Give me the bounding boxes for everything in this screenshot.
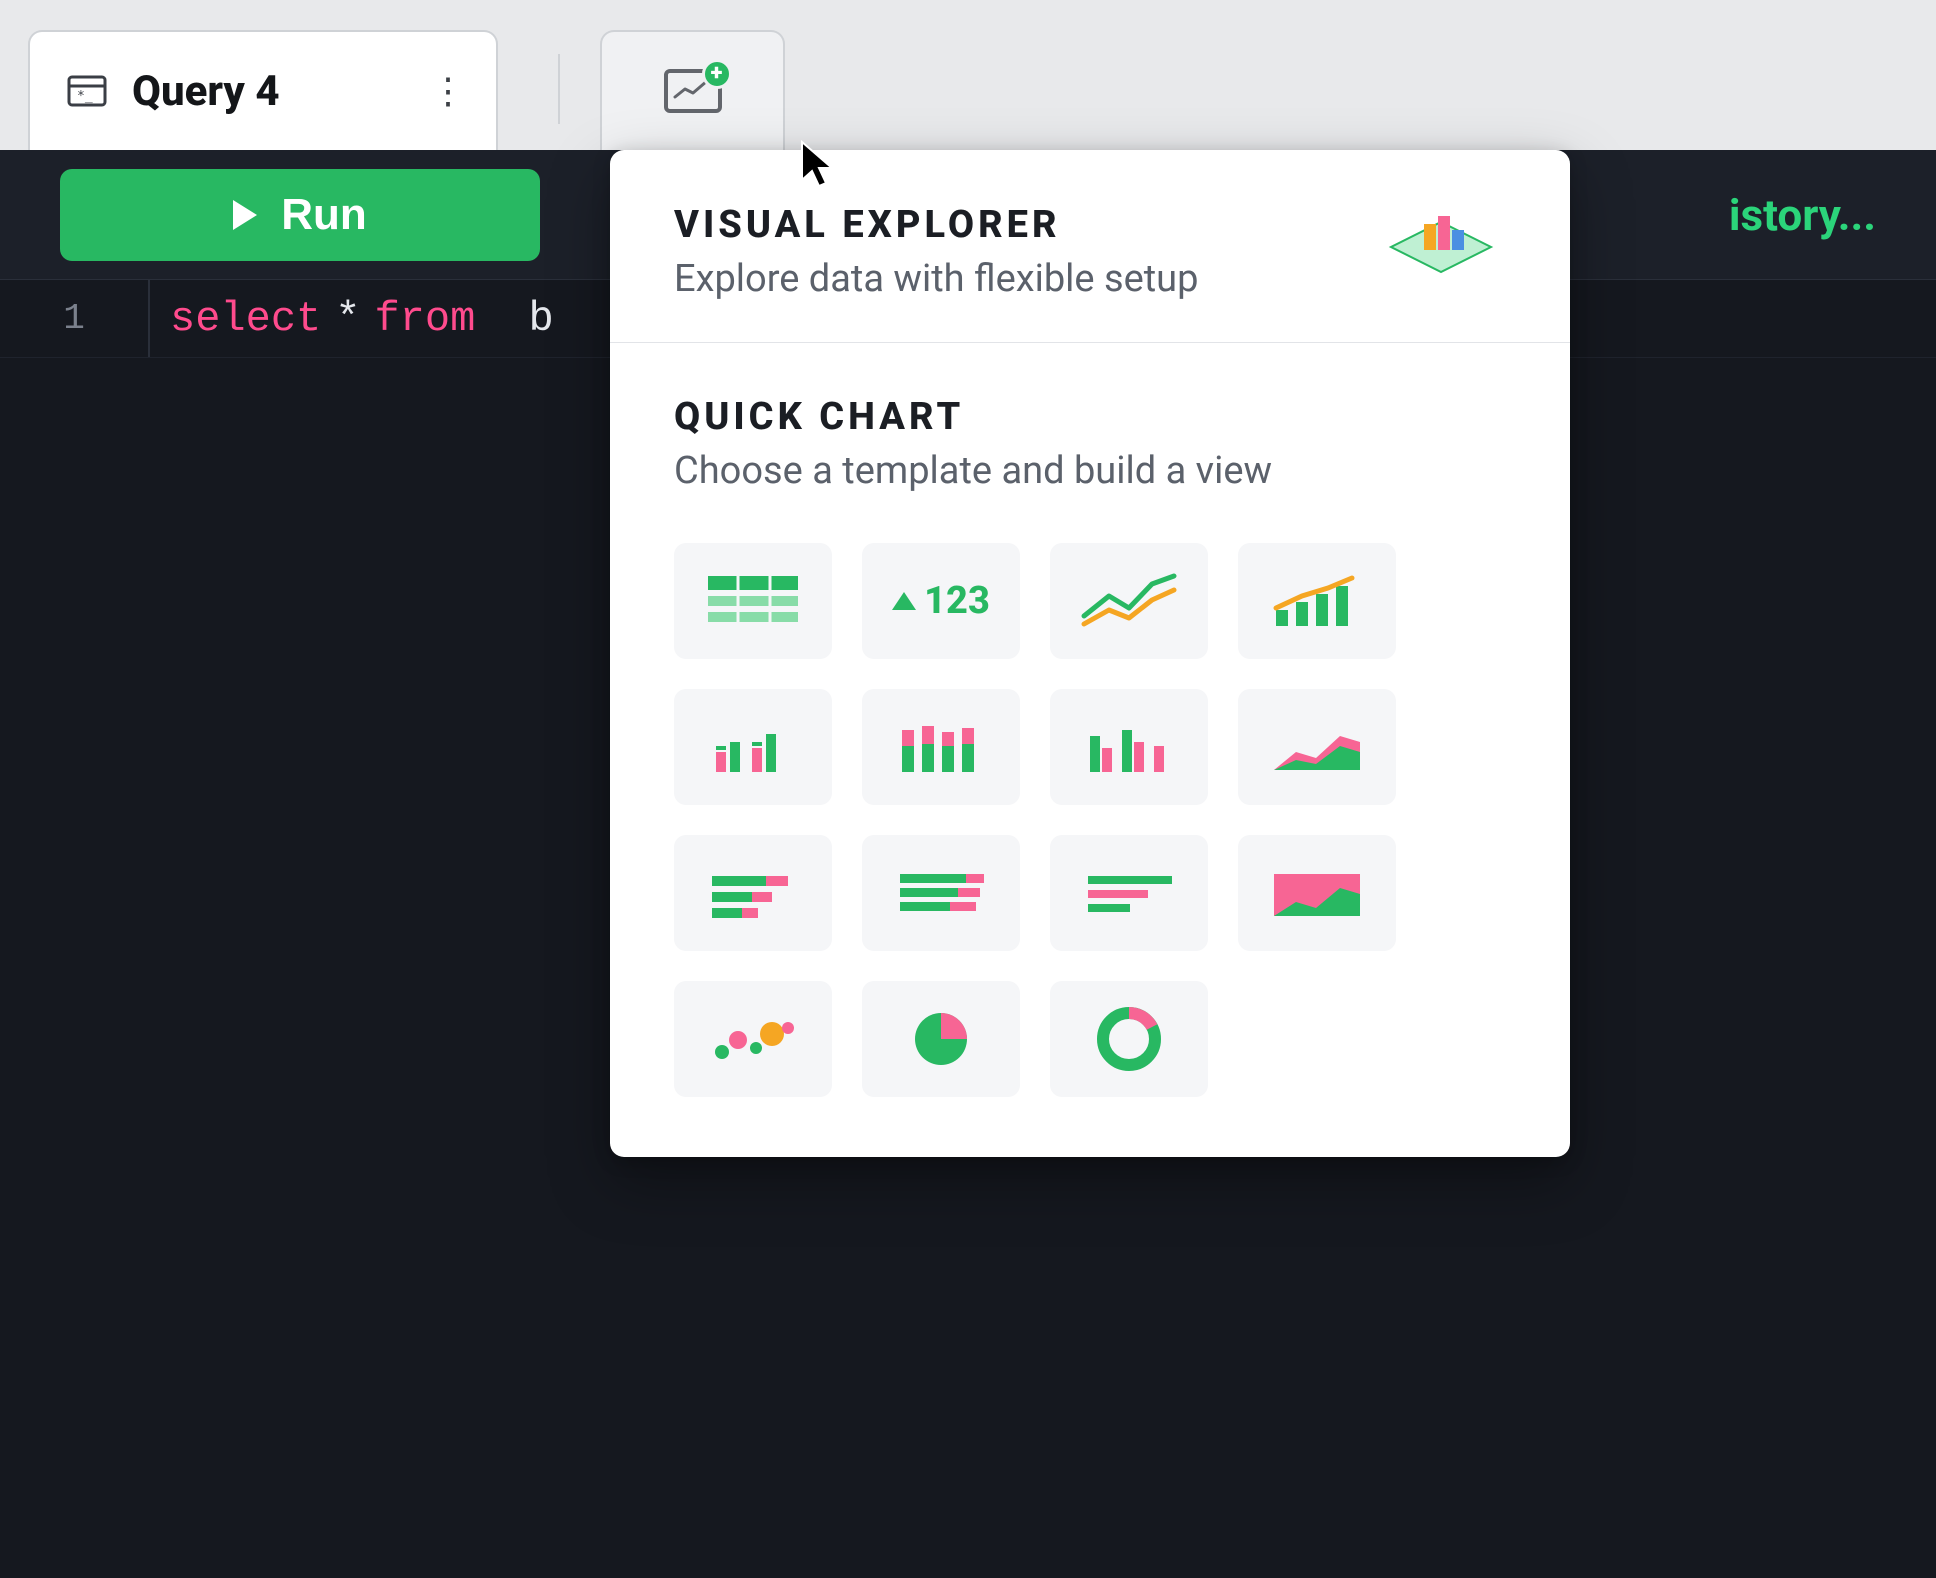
quick-chart-section: QUICK CHART Choose a template and build …	[610, 343, 1570, 533]
plus-badge-icon: +	[702, 59, 732, 89]
quick-chart-title: QUICK CHART	[674, 395, 1506, 439]
chart-type-scatter[interactable]	[674, 981, 832, 1097]
tab-label: Query 4	[132, 67, 406, 116]
tab-more-icon[interactable]: ⋮	[430, 86, 460, 97]
big-number-label: 123	[924, 579, 990, 623]
tab-divider	[558, 54, 560, 124]
run-button[interactable]: Run	[60, 169, 540, 261]
visual-explorer-option[interactable]: VISUAL EXPLORER Explore data with flexib…	[610, 150, 1570, 343]
chart-type-area-stacked[interactable]	[1238, 835, 1396, 951]
visual-explorer-text: VISUAL EXPLORER Explore data with flexib…	[674, 203, 1346, 301]
query-tab-icon: *_	[66, 70, 108, 112]
line-number: 1	[0, 280, 150, 357]
token-from: from	[374, 295, 475, 343]
quick-chart-subtitle: Choose a template and build a view	[674, 449, 1506, 493]
chart-type-grouped-bar[interactable]	[1050, 689, 1208, 805]
chart-type-combo[interactable]	[1238, 543, 1396, 659]
chart-type-donut[interactable]	[1050, 981, 1208, 1097]
play-icon	[233, 200, 257, 230]
chart-template-grid: 123	[610, 533, 1570, 1097]
tab-query[interactable]: *_ Query 4 ⋮	[28, 30, 498, 150]
chart-type-table[interactable]	[674, 543, 832, 659]
history-link[interactable]: istory...	[1729, 189, 1876, 241]
chart-picker-popover: VISUAL EXPLORER Explore data with flexib…	[610, 150, 1570, 1157]
run-label: Run	[281, 190, 367, 240]
chart-type-big-number[interactable]: 123	[862, 543, 1020, 659]
token-select: select	[170, 295, 321, 343]
chart-type-bar-dual[interactable]	[674, 689, 832, 805]
triangle-up-icon	[892, 592, 916, 610]
chart-type-horizontal-bar-2[interactable]	[862, 835, 1020, 951]
big-number-content: 123	[892, 579, 990, 623]
svg-text:*_: *_	[77, 89, 93, 104]
visual-explorer-subtitle: Explore data with flexible setup	[674, 257, 1346, 301]
visual-explorer-icon	[1376, 202, 1506, 302]
visual-explorer-title: VISUAL EXPLORER	[674, 203, 1346, 247]
chart-type-line[interactable]	[1050, 543, 1208, 659]
add-chart-tab[interactable]: +	[600, 30, 785, 150]
add-chart-icon: +	[664, 69, 722, 113]
chart-type-area[interactable]	[1238, 689, 1396, 805]
token-table: b	[529, 295, 554, 343]
chart-type-pie[interactable]	[862, 981, 1020, 1097]
token-space	[475, 295, 528, 343]
token-star: *	[321, 295, 374, 343]
code-content[interactable]: select * from b	[150, 295, 554, 343]
chart-type-stacked-bar[interactable]	[862, 689, 1020, 805]
chart-type-horizontal-bar-3[interactable]	[1050, 835, 1208, 951]
tab-bar: *_ Query 4 ⋮ +	[0, 0, 1936, 150]
chart-type-horizontal-bar-1[interactable]	[674, 835, 832, 951]
